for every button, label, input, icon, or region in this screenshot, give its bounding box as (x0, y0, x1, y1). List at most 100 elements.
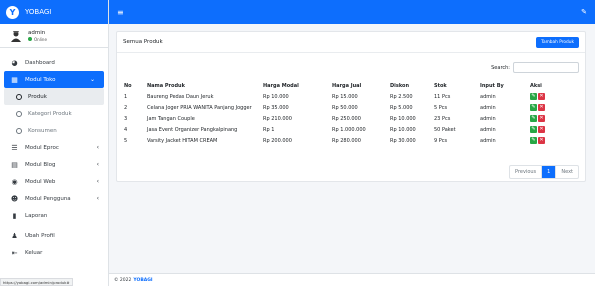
chevron-left-icon: ‹ (96, 195, 99, 202)
sidebar-item-laporan[interactable]: ▮ Laporan (0, 207, 108, 224)
column-header[interactable]: Input By (480, 80, 530, 91)
table-cell: 2 (124, 104, 128, 111)
sidebar-item-label: Modul Pengguna (25, 195, 71, 202)
table-header-row: No Nama Produk Harga Modal Harga Jual Di… (124, 80, 582, 91)
sidebar-item-keluar[interactable]: ⇤ Keluar (0, 244, 108, 261)
table-cell: 5 Pcs (434, 104, 448, 111)
newspaper-icon: ▤ (11, 160, 18, 169)
table-cell: Rp 210.000 (263, 115, 292, 122)
delete-button-icon[interactable]: ✕ (538, 126, 545, 133)
logout-icon: ⇤ (11, 248, 18, 257)
table-cell: Celana Joger PRIA WANITA Panjang Jogger (147, 104, 252, 111)
column-header[interactable]: Harga Modal (263, 80, 332, 91)
sidebar-item-label: Dashboard (25, 59, 55, 66)
edit-icon[interactable]: ✎ (581, 8, 587, 16)
sidebar-item-label: Modul Eproc (25, 144, 59, 151)
sidebar-item-label: Produk (28, 93, 47, 100)
column-header[interactable]: Harga Jual (332, 80, 390, 91)
table-cell: Rp 10.000 (390, 126, 416, 133)
table-cell: 5 (124, 137, 128, 144)
circle-icon (16, 127, 22, 134)
table-cell: admin (480, 115, 496, 122)
chevron-left-icon: ‹ (96, 144, 99, 151)
search-row: Search: (491, 62, 579, 73)
products-card: Semua Produk Tambah Produk Search: No Na… (116, 31, 586, 182)
user-name: admin (28, 29, 46, 36)
sidebar-item-kategori-produk[interactable]: Kategori Produk (0, 105, 108, 122)
table-cell: Jam Tangan Couple (147, 115, 195, 122)
edit-button-icon[interactable]: ✎ (530, 126, 537, 133)
table-cell: 50 Paket (434, 126, 456, 133)
user-panel[interactable]: admin Online (0, 24, 108, 48)
table-row: 1 Baureng Pedas Daun Jeruk Rp 10.000 Rp … (124, 91, 582, 102)
table-row: 3 Jam Tangan Couple Rp 210.000 Rp 250.00… (124, 113, 582, 124)
avatar (11, 30, 21, 42)
footer-brand-link[interactable]: YOBAGI (133, 278, 152, 283)
column-header[interactable]: Nama Produk (147, 80, 263, 91)
pagination-previous[interactable]: Previous (510, 166, 543, 178)
hamburger-menu-icon[interactable]: ≡ (117, 8, 124, 17)
table-cell: Rp 30.000 (390, 137, 416, 144)
globe-icon: ◉ (11, 177, 18, 186)
user-icon: ♟ (11, 231, 18, 240)
edit-button-icon[interactable]: ✎ (530, 137, 537, 144)
brand[interactable]: Y YOBAGI (0, 0, 108, 24)
table-cell: Rp 5.000 (390, 104, 413, 111)
actions-cell: ✎ ✕ (530, 102, 582, 113)
sidebar-item-label: Modul Toko (25, 76, 56, 83)
table-cell: Rp 10.000 (263, 93, 289, 100)
table-cell: admin (480, 93, 496, 100)
sidebar-nav: ◕ Dashboard ▦ Modul Toko ⌄ Produk Katego… (0, 48, 108, 261)
table-cell: 3 (124, 115, 128, 122)
table-cell: Rp 280.000 (332, 137, 361, 144)
pagination-page-current[interactable]: 1 (542, 166, 557, 178)
column-header[interactable]: Aksi (530, 80, 582, 91)
footer-copyright: © 2022 (114, 277, 132, 283)
table-cell: Rp 10.000 (390, 115, 416, 122)
delete-button-icon[interactable]: ✕ (538, 137, 545, 144)
actions-cell: ✎ ✕ (530, 91, 582, 102)
column-header[interactable]: No (124, 80, 147, 91)
column-header[interactable]: Diskon (390, 80, 434, 91)
add-product-button[interactable]: Tambah Produk (536, 36, 579, 48)
search-label: Search: (491, 64, 510, 71)
table-cell: 23 Pcs (434, 115, 451, 122)
list-icon: ☰ (11, 143, 18, 152)
sidebar-item-modul-web[interactable]: ◉ Modul Web ‹ (0, 173, 108, 190)
table-cell: Varsity Jacket HITAM CREAM (147, 137, 218, 144)
table-cell: admin (480, 137, 496, 144)
sidebar-item-modul-eproc[interactable]: ☰ Modul Eproc ‹ (0, 139, 108, 156)
card-title: Semua Produk (123, 39, 163, 45)
status-bar-url: https://yobagi.com/admin/produk# (0, 278, 73, 286)
sidebar-item-label: Kategori Produk (28, 110, 72, 117)
table-cell: 1 (124, 93, 128, 100)
sidebar-item-label: Modul Web (25, 178, 56, 185)
table-cell: Rp 15.000 (332, 93, 358, 100)
column-header[interactable]: Stok (434, 80, 480, 91)
delete-button-icon[interactable]: ✕ (538, 104, 545, 111)
sidebar-item-modul-blog[interactable]: ▤ Modul Blog ‹ (0, 156, 108, 173)
table-cell: admin (480, 104, 496, 111)
user-status: Online (28, 37, 47, 42)
table-row: 5 Varsity Jacket HITAM CREAM Rp 200.000 … (124, 135, 582, 146)
topbar: ≡ ✎ (109, 0, 595, 24)
edit-button-icon[interactable]: ✎ (530, 104, 537, 111)
delete-button-icon[interactable]: ✕ (538, 115, 545, 122)
user-status-text: Online (34, 36, 47, 42)
edit-button-icon[interactable]: ✎ (530, 93, 537, 100)
products-table: No Nama Produk Harga Modal Harga Jual Di… (124, 80, 582, 146)
sidebar-item-label: Ubah Profil (25, 232, 55, 239)
sidebar-item-modul-toko[interactable]: ▦ Modul Toko ⌄ (4, 71, 104, 88)
sidebar-item-dashboard[interactable]: ◕ Dashboard (0, 54, 108, 71)
pagination-next[interactable]: Next (556, 166, 578, 178)
actions-cell: ✎ ✕ (530, 124, 582, 135)
chevron-down-icon: ⌄ (89, 76, 95, 83)
sidebar-item-ubah-profil[interactable]: ♟ Ubah Profil (0, 227, 108, 244)
delete-button-icon[interactable]: ✕ (538, 93, 545, 100)
sidebar-item-produk[interactable]: Produk (4, 88, 104, 105)
table-cell: Rp 200.000 (263, 137, 292, 144)
sidebar-item-konsumen[interactable]: Konsumen (0, 122, 108, 139)
sidebar-item-modul-pengguna[interactable]: ☻ Modul Pengguna ‹ (0, 190, 108, 207)
search-input[interactable] (513, 62, 579, 73)
edit-button-icon[interactable]: ✎ (530, 115, 537, 122)
